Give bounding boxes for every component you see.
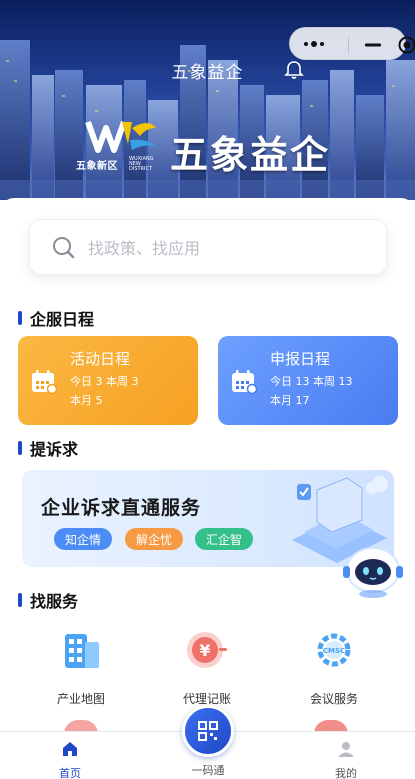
logo-english-text: WUXIANG NEW DISTRICT	[129, 156, 154, 172]
section-marker	[18, 311, 22, 325]
tab-label: 我的	[335, 767, 357, 779]
tab-one-code-label: 一码通	[191, 764, 225, 777]
declaration-schedule-card[interactable]: 申报日程 今日 13 本周 13 本月 17	[218, 336, 398, 425]
tab-one-code-button[interactable]	[182, 705, 234, 757]
svg-text:¥: ¥	[199, 641, 210, 660]
capsule-divider	[348, 37, 349, 53]
minimize-icon[interactable]	[364, 37, 382, 53]
close-target-icon[interactable]	[398, 36, 415, 54]
service-industry-map[interactable]: 产业地图	[31, 628, 131, 707]
declaration-card-counts: 今日 13 本周 13	[270, 375, 353, 388]
service-bookkeeping[interactable]: ¥ 代理记账	[157, 628, 257, 707]
calendar-icon	[32, 370, 58, 395]
service-label: 会议服务	[309, 692, 358, 706]
activity-card-counts: 今日 3 本周 3	[70, 375, 139, 388]
activity-card-month: 本月 5	[70, 394, 103, 407]
brand-title: 五象益企	[170, 132, 331, 177]
declaration-card-title: 申报日程	[270, 350, 331, 368]
section-services-header: 找服务	[18, 590, 79, 611]
tab-profile[interactable]: 我的	[316, 740, 376, 779]
page-title: 五象益企	[171, 63, 244, 83]
tag-know-enterprise: 知企情	[54, 528, 112, 550]
service-label: 产业地图	[56, 692, 105, 706]
search-input[interactable]	[88, 234, 368, 262]
appeal-banner-title: 企业诉求直通服务	[41, 497, 202, 519]
section-appeal-title: 提诉求	[30, 440, 79, 459]
qr-code-icon	[198, 721, 218, 741]
svg-text:CMSC: CMSC	[323, 647, 345, 655]
service-meeting[interactable]: CMSC 会议服务	[284, 628, 384, 707]
declaration-card-month: 本月 17	[270, 394, 310, 407]
section-marker	[18, 593, 22, 607]
user-icon	[338, 742, 354, 757]
cmsc-gear-icon: CMSC	[317, 633, 351, 667]
section-marker	[18, 441, 22, 455]
section-schedule-header: 企服日程	[18, 308, 95, 329]
calendar-icon	[232, 370, 258, 395]
section-schedule-title: 企服日程	[30, 310, 95, 329]
yen-coin-icon: ¥	[187, 632, 227, 668]
home-icon	[63, 742, 77, 756]
search-icon	[53, 237, 75, 259]
bell-icon[interactable]	[283, 59, 305, 81]
section-appeal-header: 提诉求	[18, 438, 79, 459]
tab-label: 首页	[59, 767, 81, 779]
tag-gather-wisdom: 汇企智	[195, 528, 253, 550]
search-bar[interactable]	[29, 219, 387, 275]
hero-banner: 五象益企 五象新区 WUXIANG NEW DISTRICT 五象益企	[0, 0, 415, 200]
logo-district-text: 五象新区	[76, 161, 118, 172]
section-services-title: 找服务	[30, 592, 79, 611]
tag-solve-worries: 解企忧	[125, 528, 183, 550]
appeal-service-banner[interactable]: 企业诉求直通服务 知企情 解企忧 汇企智	[22, 470, 394, 567]
mini-program-capsule	[289, 27, 415, 60]
building-map-icon	[65, 634, 99, 668]
activity-card-title: 活动日程	[70, 350, 131, 368]
tab-home[interactable]: 首页	[40, 740, 100, 779]
robot-mascot-icon[interactable]	[340, 540, 406, 598]
activity-schedule-card[interactable]: 活动日程 今日 3 本周 3 本月 5	[18, 336, 198, 425]
more-dots-icon[interactable]	[303, 38, 325, 50]
